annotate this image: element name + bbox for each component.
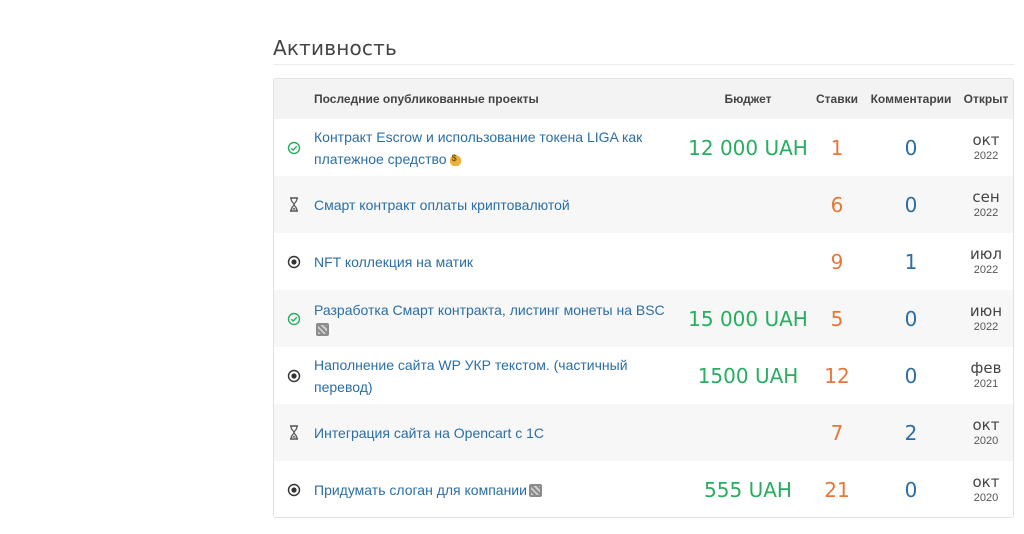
projects-table: Последние опубликованные проекты Бюджет …: [274, 79, 1013, 517]
radio-dot-icon: [274, 483, 314, 497]
project-budget: 555 UAH: [704, 477, 792, 502]
projects-panel: Последние опубликованные проекты Бюджет …: [273, 78, 1014, 518]
project-bids-count: 21: [824, 477, 850, 502]
project-opened-date: фев 2021: [957, 347, 1013, 404]
project-budget: 15 000 UAH: [688, 306, 808, 331]
project-title-link[interactable]: Смарт контракт оплаты криптовалютой: [314, 197, 570, 213]
project-title-link[interactable]: Наполнение сайта WP УКР текстом. (частич…: [314, 357, 628, 395]
opened-month: июл: [970, 245, 1002, 263]
check-circle-icon: [274, 312, 314, 326]
project-bids-count: 7: [830, 420, 844, 445]
opened-month: окт: [972, 416, 1000, 434]
radio-dot-icon: [274, 369, 314, 383]
project-budget: 12 000 UAH: [688, 135, 808, 160]
radio-dot-icon: [274, 255, 314, 269]
opened-month: фев: [970, 359, 1002, 377]
opened-year: 2020: [973, 492, 999, 504]
money-bag-icon: [448, 152, 462, 166]
project-comments-count: 1: [904, 249, 918, 274]
project-bids-count: 5: [830, 306, 844, 331]
project-bids-count: 6: [830, 192, 844, 217]
project-opened-date: окт 2020: [957, 404, 1013, 461]
project-opened-date: июн 2022: [957, 290, 1013, 347]
project-title-link[interactable]: Контракт Escrow и использование токена L…: [314, 129, 642, 167]
project-budget: [687, 404, 809, 461]
project-title-link[interactable]: Разработка Смарт контракта, листинг моне…: [314, 302, 665, 318]
project-opened-date: окт 2020: [957, 461, 1013, 517]
project-budget: 1500 UAH: [697, 363, 799, 388]
project-comments-count: 2: [904, 420, 918, 445]
hourglass-icon: [274, 197, 314, 212]
table-row: Контракт Escrow и использование токена L…: [274, 119, 1013, 176]
header-bids: Ставки: [816, 92, 858, 106]
project-title-link[interactable]: Интеграция сайта на Opencart с 1С: [314, 425, 544, 441]
section-title: Активность: [273, 36, 397, 60]
opened-year: 2022: [973, 150, 999, 162]
project-comments-count: 0: [904, 363, 918, 388]
project-comments-count: 0: [904, 135, 918, 160]
project-budget: [687, 233, 809, 290]
header-comments: Комментарии: [870, 92, 952, 106]
opened-month: окт: [972, 473, 1000, 491]
table-row: NFT коллекция на матик 9 1 июл 2022: [274, 233, 1013, 290]
project-opened-date: июл 2022: [957, 233, 1013, 290]
table-row: Придумать слоган для компании 555 UAH 21 0 о…: [274, 461, 1013, 517]
header-title: Последние опубликованные проекты: [314, 92, 539, 106]
table-header-row: Последние опубликованные проекты Бюджет …: [274, 79, 1013, 119]
opened-year: 2020: [973, 435, 999, 447]
project-bids-count: 1: [830, 135, 844, 160]
header-budget: Бюджет: [724, 92, 772, 106]
project-title-link[interactable]: NFT коллекция на матик: [314, 254, 473, 270]
table-row: Наполнение сайта WP УКР текстом. (частич…: [274, 347, 1013, 404]
placeholder-image-icon: [316, 322, 329, 336]
project-bids-count: 12: [824, 363, 850, 388]
opened-month: сен: [972, 188, 1000, 206]
table-row: Смарт контракт оплаты криптовалютой 6 0 сен…: [274, 176, 1013, 233]
hourglass-icon: [274, 425, 314, 440]
project-comments-count: 0: [904, 192, 918, 217]
header-opened: Открыт: [963, 92, 1009, 106]
project-bids-count: 9: [830, 249, 844, 274]
check-circle-icon: [274, 141, 314, 155]
project-budget: [687, 176, 809, 233]
project-comments-count: 0: [904, 477, 918, 502]
project-comments-count: 0: [904, 306, 918, 331]
opened-year: 2021: [973, 378, 999, 390]
project-opened-date: сен 2022: [957, 176, 1013, 233]
header-icon: [274, 79, 314, 119]
placeholder-image-icon: [528, 483, 542, 497]
opened-month: окт: [972, 131, 1000, 149]
table-row: Разработка Смарт контракта, листинг моне…: [274, 290, 1013, 347]
opened-year: 2022: [973, 207, 999, 219]
project-opened-date: окт 2022: [957, 119, 1013, 176]
opened-year: 2022: [973, 264, 999, 276]
project-title-link[interactable]: Придумать слоган для компании: [314, 482, 527, 498]
opened-month: июн: [969, 302, 1003, 320]
opened-year: 2022: [973, 321, 999, 333]
title-divider: [273, 64, 1015, 65]
table-row: Интеграция сайта на Opencart с 1С 7 2 окт 20…: [274, 404, 1013, 461]
